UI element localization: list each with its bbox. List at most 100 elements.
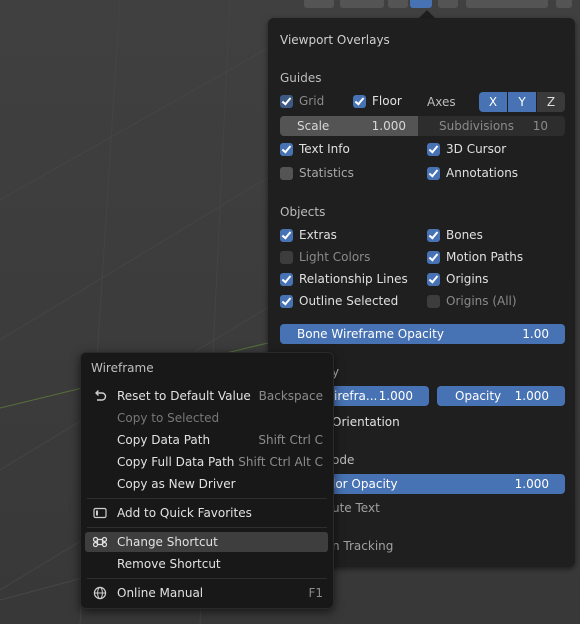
scale-field[interactable]: Scale 1.000 <box>280 116 418 136</box>
grid-label: Grid <box>299 94 325 108</box>
axis-y-button[interactable]: Y <box>508 92 536 112</box>
menu-separator <box>87 498 327 499</box>
statistics-check-icon <box>280 166 293 180</box>
bones-check-icon <box>427 228 440 242</box>
subdivisions-value: 10 <box>532 119 548 133</box>
panel-title: Viewport Overlays <box>280 33 390 47</box>
axis-x-button[interactable]: X <box>479 92 507 112</box>
scale-label: Scale <box>297 119 330 133</box>
opacity-label: Opacity <box>455 389 502 403</box>
axis-z-button[interactable]: Z <box>537 92 565 112</box>
relationship-lines-label: Relationship Lines <box>299 272 408 286</box>
menu-title: Wireframe <box>91 361 154 375</box>
text-info-checkbox[interactable]: Text Info <box>280 140 350 158</box>
face-orientation-partial: Orientation <box>332 415 400 429</box>
light-colors-label: Light Colors <box>299 250 371 264</box>
tracking-partial: n Tracking <box>332 539 394 553</box>
menu-separator <box>87 527 327 528</box>
menu-item-label: Copy Full Data Path <box>117 455 235 469</box>
reset-icon <box>95 390 107 401</box>
subdivisions-label: Subdivisions <box>439 119 515 133</box>
statistics-checkbox[interactable]: Statistics <box>280 164 354 182</box>
menu-item-online-manual[interactable]: Online Manual F1 <box>81 583 333 603</box>
menu-item-label: Copy to Selected <box>117 411 220 425</box>
motion-paths-label: Motion Paths <box>446 250 524 264</box>
shading-dropdown[interactable] <box>556 0 572 8</box>
menu-item-copy-to-selected[interactable]: Copy to Selected <box>81 408 333 428</box>
bones-checkbox[interactable]: Bones <box>427 226 483 244</box>
origins-all-checkbox[interactable]: Origins (All) <box>427 292 517 310</box>
menu-item-add-to-quick-favorites[interactable]: Add to Quick Favorites <box>81 503 333 523</box>
menu-item-change-shortcut[interactable]: Change Shortcut <box>85 532 328 552</box>
motion-paths-checkbox[interactable]: Motion Paths <box>427 248 523 266</box>
wireframe-label: irefra... <box>334 389 378 403</box>
outline-selected-check-icon <box>280 294 293 308</box>
relationship-lines-check-icon <box>280 272 293 286</box>
shading-mode-buttons[interactable] <box>466 0 548 8</box>
color-opacity-value: 1.000 <box>514 477 549 491</box>
color-opacity-label: lor Opacity <box>332 477 398 491</box>
3d-cursor-checkbox[interactable]: 3D Cursor <box>427 140 506 158</box>
3d-cursor-label: 3D Cursor <box>446 142 507 156</box>
menu-item-shortcut: Shift Ctrl Alt C <box>238 455 323 469</box>
text-info-label: Text Info <box>299 142 350 156</box>
axes-label: Axes <box>427 95 456 109</box>
menu-item-reset-default[interactable]: Reset to Default Value Backspace <box>81 386 333 406</box>
bone-wire-label: Bone Wireframe Opacity <box>297 327 444 341</box>
menu-item-copy-data-path[interactable]: Copy Data Path Shift Ctrl C <box>81 430 333 450</box>
attribute-text-partial: ute Text <box>332 501 380 515</box>
menu-item-remove-shortcut[interactable]: Remove Shortcut <box>81 554 333 574</box>
menu-item-label: Copy as New Driver <box>117 477 236 491</box>
pivot-dropdown[interactable] <box>304 0 334 8</box>
menu-item-label: Reset to Default Value <box>117 389 251 403</box>
floor-check-icon <box>353 94 366 108</box>
menu-item-shortcut: Backspace <box>258 389 323 403</box>
menu-item-label: Online Manual <box>117 586 204 600</box>
3d-cursor-check-icon <box>427 142 440 156</box>
origins-all-label: Origins (All) <box>446 294 517 308</box>
shortcut-icon <box>93 536 107 548</box>
menu-item-label: Copy Data Path <box>117 433 211 447</box>
annotations-checkbox[interactable]: Annotations <box>427 164 518 182</box>
viewport-header <box>300 0 580 10</box>
extras-label: Extras <box>299 228 337 242</box>
floor-label: Floor <box>372 94 402 108</box>
snap-dropdown[interactable] <box>340 0 384 8</box>
wireframe-value: 1.000 <box>378 389 413 403</box>
bone-wireframe-opacity-slider[interactable]: Bone Wireframe Opacity 1.00 <box>280 324 565 344</box>
overlays-toggle-button[interactable] <box>410 0 432 8</box>
mode-heading-partial: ode <box>332 453 355 467</box>
proportional-edit-button[interactable] <box>388 0 408 8</box>
menu-item-shortcut: Shift Ctrl C <box>258 433 323 447</box>
wireframe-slider[interactable]: irefra... 1.000 <box>332 386 429 406</box>
opacity-slider[interactable]: Opacity 1.000 <box>437 386 565 406</box>
bones-label: Bones <box>446 228 483 242</box>
scale-value: 1.000 <box>371 119 406 133</box>
statistics-label: Statistics <box>299 166 354 180</box>
light-colors-check-icon <box>280 250 293 264</box>
motion-paths-check-icon <box>427 250 440 264</box>
opacity-value: 1.000 <box>514 389 549 403</box>
menu-item-label: Add to Quick Favorites <box>117 506 252 520</box>
origins-all-check-icon <box>427 294 440 308</box>
bone-wire-value: 1.00 <box>522 327 549 341</box>
menu-item-copy-full-data-path[interactable]: Copy Full Data Path Shift Ctrl Alt C <box>81 452 333 472</box>
menu-item-copy-as-new-driver[interactable]: Copy as New Driver <box>81 474 333 494</box>
floor-checkbox[interactable]: Floor <box>353 92 402 110</box>
xray-button[interactable] <box>438 0 458 8</box>
origins-check-icon <box>427 272 440 286</box>
subdivisions-field[interactable]: Subdivisions 10 <box>418 116 565 136</box>
color-opacity-slider[interactable]: lor Opacity 1.000 <box>332 474 565 494</box>
annotations-check-icon <box>427 166 440 180</box>
origins-checkbox[interactable]: Origins <box>427 270 489 288</box>
extras-check-icon <box>280 228 293 242</box>
outline-selected-checkbox[interactable]: Outline Selected <box>280 292 398 310</box>
globe-icon <box>93 586 107 600</box>
menu-separator <box>87 578 327 579</box>
extras-checkbox[interactable]: Extras <box>280 226 337 244</box>
grid-checkbox[interactable]: Grid <box>280 92 324 110</box>
context-menu: Wireframe Reset to Default Value Backspa… <box>80 352 334 609</box>
relationship-lines-checkbox[interactable]: Relationship Lines <box>280 270 408 288</box>
light-colors-checkbox[interactable]: Light Colors <box>280 248 370 266</box>
menu-item-label: Remove Shortcut <box>117 557 221 571</box>
